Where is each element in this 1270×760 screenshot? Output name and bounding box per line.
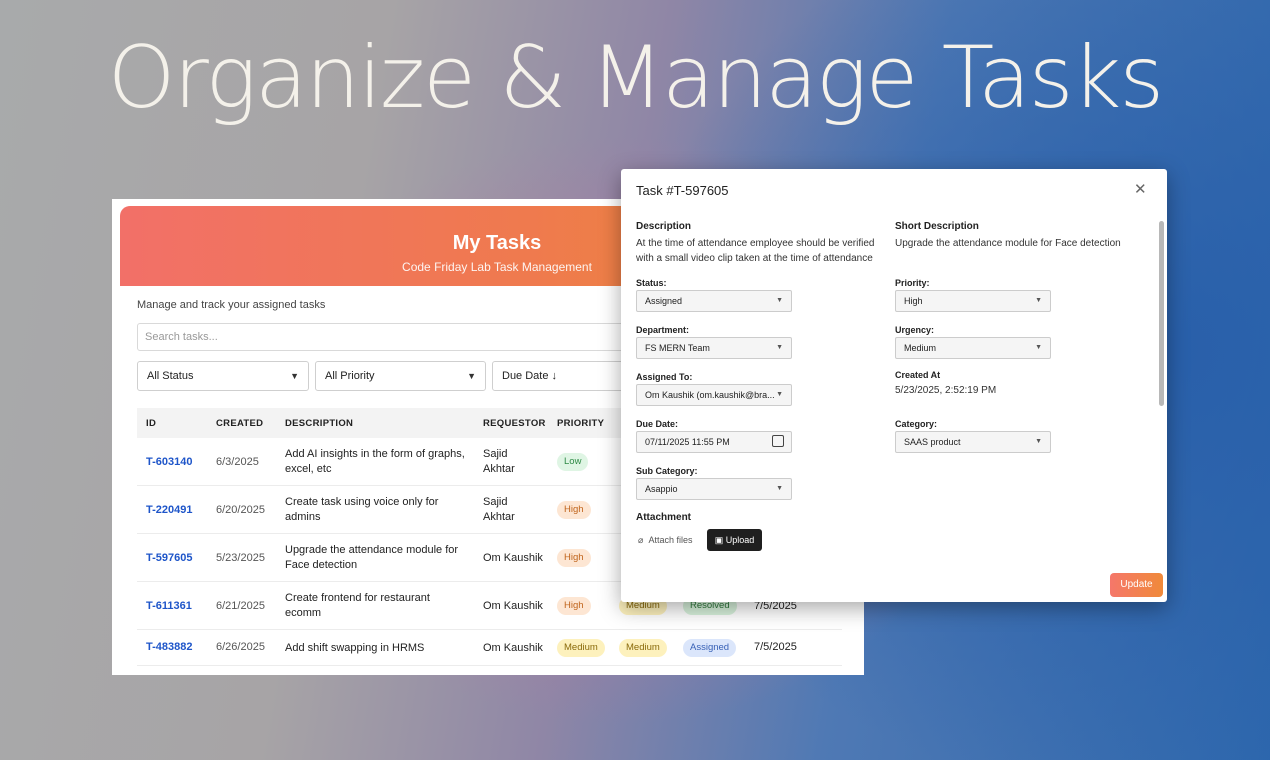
headline: Organize & Manage Tasks	[107, 28, 1164, 128]
update-button[interactable]: Update	[1110, 573, 1163, 597]
created-at-label: Created At	[895, 370, 941, 380]
department-label: Department:	[636, 325, 690, 335]
created-date: 6/26/2025	[216, 641, 265, 653]
column-header-priority[interactable]: PRIORITY	[557, 418, 604, 429]
urgency-value: Medium	[904, 343, 937, 353]
sub-category-label: Sub Category:	[636, 466, 698, 476]
created-date: 6/21/2025	[216, 600, 265, 612]
description-text: At the time of attendance employee shoul…	[636, 238, 875, 264]
short-description-label: Short Description	[895, 221, 979, 232]
task-description: Create frontend for restaurant ecomm	[285, 592, 430, 619]
department-value: FS MERN Team	[645, 343, 710, 353]
assigned-to-label: Assigned To:	[636, 372, 693, 382]
status-filter-select[interactable]: All Status ▼	[137, 361, 309, 391]
task-id-link[interactable]: T-597605	[146, 552, 192, 564]
category-value: SAAS product	[904, 437, 961, 447]
priority-badge: High	[557, 549, 591, 567]
task-description: Create task using voice only for admins	[285, 496, 439, 523]
chevron-down-icon: ▼	[1035, 438, 1042, 445]
chevron-down-icon: ▼	[467, 371, 476, 381]
priority-badge: Low	[557, 453, 589, 471]
due-date: 7/5/2025	[754, 641, 797, 653]
description-label: Description	[636, 221, 692, 232]
chevron-down-icon: ▼	[1035, 344, 1042, 351]
due-date-value: 07/11/2025 11:55 PM	[645, 437, 730, 447]
priority-label: Priority:	[895, 278, 930, 288]
task-detail-modal: Task #T-597605 ✕ Description At the time…	[621, 169, 1167, 602]
status-select[interactable]: Assigned ▼	[636, 290, 792, 312]
status-label: Status:	[636, 278, 667, 288]
status-badge: Assigned	[683, 639, 737, 657]
priority-badge: High	[557, 501, 591, 519]
column-header-requestor[interactable]: REQUESTOR	[483, 418, 546, 429]
urgency-select[interactable]: Medium ▼	[895, 337, 1051, 359]
priority-badge: Medium	[557, 639, 605, 657]
task-id-link[interactable]: T-611361	[146, 600, 192, 612]
due-date-label: Due Date:	[636, 419, 679, 429]
priority-value: High	[904, 296, 923, 306]
assigned-to-value: Om Kaushik (om.kaushik@bra...	[645, 390, 775, 400]
task-description: Add AI insights in the form of graphs, e…	[285, 448, 465, 475]
chevron-down-icon: ▼	[290, 371, 299, 381]
chevron-down-icon: ▼	[776, 391, 783, 398]
requestor: Om Kaushik	[483, 642, 543, 654]
chevron-down-icon: ▼	[776, 344, 783, 351]
column-header-id[interactable]: ID	[146, 418, 156, 429]
priority-filter-value: All Priority	[325, 370, 375, 382]
created-date: 6/20/2025	[216, 504, 265, 516]
task-description: Upgrade the attendance module for Face d…	[285, 544, 459, 571]
created-at-value: 5/23/2025, 2:52:19 PM	[895, 385, 997, 396]
attach-files-label: Attach files	[648, 535, 693, 545]
table-row[interactable]: T-483882 6/26/2025 Add shift swapping in…	[137, 630, 842, 666]
task-id-link[interactable]: T-483882	[146, 641, 192, 653]
department-select[interactable]: FS MERN Team ▼	[636, 337, 792, 359]
chevron-down-icon: ▼	[776, 297, 783, 304]
requestor: Om Kaushik	[483, 600, 543, 612]
upload-label: Upload	[725, 535, 755, 545]
requestor: Sajid Akhtar	[483, 448, 515, 475]
paperclip-icon: ⌀	[638, 535, 644, 545]
short-description-text: Upgrade the attendance module for Face d…	[895, 238, 1121, 249]
created-date: 5/23/2025	[216, 552, 265, 564]
modal-title: Task #T-597605	[636, 183, 729, 198]
due-date-input[interactable]: 07/11/2025 11:55 PM	[636, 431, 792, 453]
column-header-description[interactable]: DESCRIPTION	[285, 418, 353, 429]
category-select[interactable]: SAAS product ▼	[895, 431, 1051, 453]
task-id-link[interactable]: T-603140	[146, 456, 192, 468]
modal-scrollbar-thumb[interactable]	[1159, 221, 1164, 406]
requestor: Sajid Akhtar	[483, 496, 515, 523]
requestor: Om Kaushik	[483, 552, 543, 564]
attachment-label: Attachment	[636, 512, 692, 523]
upload-button[interactable]: ▣ Upload	[707, 529, 762, 551]
created-date: 6/3/2025	[216, 456, 259, 468]
status-value: Assigned	[645, 296, 683, 306]
sort-label: Due Date ↓	[502, 370, 558, 382]
task-description: Add shift swapping in HRMS	[285, 642, 425, 654]
attach-files-button[interactable]: ⌀ Attach files	[638, 535, 692, 546]
status-filter-value: All Status	[147, 370, 194, 382]
urgency-label: Urgency:	[895, 325, 935, 335]
priority-badge: High	[557, 597, 591, 615]
calendar-icon[interactable]	[772, 435, 784, 447]
close-icon[interactable]: ✕	[1134, 180, 1147, 198]
priority-filter-select[interactable]: All Priority ▼	[315, 361, 486, 391]
column-header-created[interactable]: CREATED	[216, 418, 263, 429]
upload-icon: ▣	[714, 535, 724, 545]
sort-due-date-button[interactable]: Due Date ↓	[492, 361, 632, 391]
category-label: Category:	[895, 419, 938, 429]
chevron-down-icon: ▼	[776, 485, 783, 492]
task-id-link[interactable]: T-220491	[146, 504, 192, 516]
chevron-down-icon: ▼	[1035, 297, 1042, 304]
page-description: Manage and track your assigned tasks	[137, 299, 326, 311]
urgency-badge: Medium	[619, 639, 667, 657]
assigned-to-select[interactable]: Om Kaushik (om.kaushik@bra... ▼	[636, 384, 792, 406]
sub-category-value: Asappio	[645, 484, 678, 494]
priority-select[interactable]: High ▼	[895, 290, 1051, 312]
sub-category-select[interactable]: Asappio ▼	[636, 478, 792, 500]
